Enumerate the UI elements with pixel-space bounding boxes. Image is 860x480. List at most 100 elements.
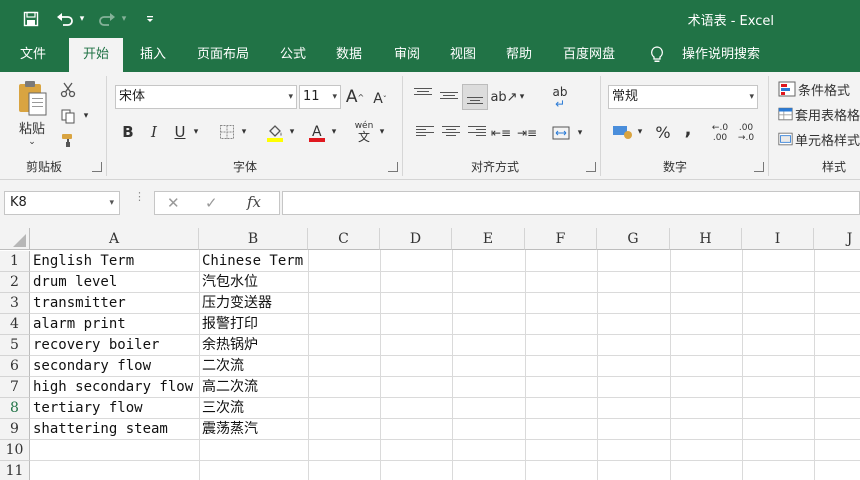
cell-B4[interactable]: 报警打印: [199, 314, 258, 335]
paste-icon[interactable]: [14, 78, 50, 118]
paste-button[interactable]: 粘贴: [12, 118, 52, 137]
font-color-icon[interactable]: A: [306, 120, 328, 144]
tab-data[interactable]: 数据: [324, 38, 374, 72]
formula-input[interactable]: [282, 191, 860, 215]
cut-icon[interactable]: [58, 80, 78, 100]
tab-insert[interactable]: 插入: [128, 38, 178, 72]
enter-icon[interactable]: ✓: [205, 194, 218, 212]
tab-review[interactable]: 审阅: [382, 38, 432, 72]
alignment-launcher-icon[interactable]: [586, 162, 596, 172]
cancel-icon[interactable]: ✕: [167, 194, 180, 212]
align-left-icon[interactable]: [416, 124, 434, 142]
clipboard-launcher-icon[interactable]: [92, 162, 102, 172]
drag-handle-icon[interactable]: ⋮: [134, 191, 145, 212]
accounting-dropdown-icon[interactable]: ▾: [634, 121, 646, 143]
row-header-7[interactable]: 7: [0, 377, 30, 398]
italic-icon[interactable]: I: [144, 121, 164, 143]
orientation-icon[interactable]: ab↗: [490, 86, 517, 108]
cell-B1[interactable]: Chinese Term: [199, 251, 303, 272]
increase-indent-icon[interactable]: ⇥≡: [516, 122, 538, 144]
row-header-9[interactable]: 9: [0, 419, 30, 440]
cell-A8[interactable]: tertiary flow: [30, 398, 143, 419]
tab-home[interactable]: 开始: [69, 38, 123, 72]
borders-icon[interactable]: [216, 122, 238, 142]
cell-A9[interactable]: shattering steam: [30, 419, 168, 440]
font-launcher-icon[interactable]: [388, 162, 398, 172]
comma-style-button[interactable]: ,: [678, 118, 698, 140]
number-format-select[interactable]: 常规 ▾: [608, 85, 758, 109]
insert-function-button[interactable]: fx: [247, 193, 261, 211]
fill-color-dropdown-icon[interactable]: ▾: [286, 121, 298, 143]
tell-me-search[interactable]: 操作说明搜索: [676, 38, 766, 72]
paste-dropdown-icon[interactable]: ⌄: [24, 136, 40, 148]
column-header-E[interactable]: E: [452, 228, 525, 250]
cell-B2[interactable]: 汽包水位: [199, 272, 258, 293]
merge-dropdown-icon[interactable]: ▾: [574, 122, 586, 144]
column-header-J[interactable]: J: [814, 228, 860, 250]
font-size-select[interactable]: 11 ▾: [299, 85, 341, 109]
column-header-D[interactable]: D: [380, 228, 452, 250]
column-header-A[interactable]: A: [30, 228, 199, 250]
row-header-4[interactable]: 4: [0, 314, 30, 335]
row-header-8[interactable]: 8: [0, 398, 30, 419]
cell-B9[interactable]: 震荡蒸汽: [199, 419, 258, 440]
cell-B6[interactable]: 二次流: [199, 356, 244, 377]
column-header-I[interactable]: I: [742, 228, 814, 250]
copy-dropdown-icon[interactable]: ▾: [80, 108, 92, 124]
fill-color-icon[interactable]: [264, 120, 286, 144]
number-launcher-icon[interactable]: [754, 162, 764, 172]
row-header-11[interactable]: 11: [0, 461, 30, 480]
row-header-6[interactable]: 6: [0, 356, 30, 377]
cell-A3[interactable]: transmitter: [30, 293, 126, 314]
column-header-C[interactable]: C: [308, 228, 380, 250]
tab-formulas[interactable]: 公式: [268, 38, 318, 72]
row-header-1[interactable]: 1: [0, 251, 30, 272]
align-right-icon[interactable]: [468, 124, 486, 142]
decrease-indent-icon[interactable]: ⇤≡: [490, 122, 512, 144]
tab-page-layout[interactable]: 页面布局: [186, 38, 260, 72]
decrease-font-size-icon[interactable]: Aˇ: [370, 87, 390, 111]
bold-icon[interactable]: B: [118, 121, 138, 143]
cell-B7[interactable]: 高二次流: [199, 377, 258, 398]
increase-font-size-icon[interactable]: A ^: [345, 85, 365, 109]
cell-B3[interactable]: 压力变送器: [199, 293, 272, 314]
tab-baidu-netdisk[interactable]: 百度网盘: [552, 38, 626, 72]
cell-B5[interactable]: 余热锅炉: [199, 335, 258, 356]
tab-help[interactable]: 帮助: [494, 38, 544, 72]
align-bottom-icon[interactable]: [462, 84, 488, 110]
cell-A1[interactable]: English Term: [30, 251, 134, 272]
copy-icon[interactable]: [58, 106, 78, 126]
align-center-icon[interactable]: [442, 124, 460, 142]
underline-dropdown-icon[interactable]: ▾: [190, 121, 202, 143]
tab-file[interactable]: 文件: [8, 38, 58, 72]
cell-A6[interactable]: secondary flow: [30, 356, 151, 377]
percent-style-button[interactable]: %: [652, 121, 674, 143]
wrap-text-icon[interactable]: ab ↵: [546, 84, 574, 112]
column-header-F[interactable]: F: [525, 228, 597, 250]
row-header-3[interactable]: 3: [0, 293, 30, 314]
orientation-dropdown-icon[interactable]: ▾: [516, 86, 528, 108]
cell-A2[interactable]: drum level: [30, 272, 117, 293]
cell-A7[interactable]: high secondary flow: [30, 377, 193, 398]
cell-A4[interactable]: alarm print: [30, 314, 126, 335]
worksheet-grid[interactable]: A B C D E F G H I J 1 2 3 4 5 6 7 8 9 10…: [0, 228, 860, 480]
font-name-select[interactable]: 宋体 ▾: [115, 85, 297, 109]
tab-view[interactable]: 视图: [438, 38, 488, 72]
phonetic-guide-icon[interactable]: wén 文: [352, 118, 376, 146]
borders-dropdown-icon[interactable]: ▾: [238, 121, 250, 143]
merge-center-icon[interactable]: [550, 122, 572, 144]
column-header-B[interactable]: B: [199, 228, 308, 250]
name-box[interactable]: K8 ▾: [4, 191, 120, 215]
cell-A5[interactable]: recovery boiler: [30, 335, 159, 356]
column-header-G[interactable]: G: [597, 228, 670, 250]
row-header-5[interactable]: 5: [0, 335, 30, 356]
cell-styles-button[interactable]: 单元格样式: [778, 128, 860, 150]
increase-decimal-icon[interactable]: ←.0.00: [708, 120, 732, 146]
decrease-decimal-icon[interactable]: .00 →.0: [734, 120, 758, 146]
format-as-table-button[interactable]: 套用表格格: [778, 103, 860, 125]
cell-B8[interactable]: 三次流: [199, 398, 244, 419]
row-header-2[interactable]: 2: [0, 272, 30, 293]
column-header-H[interactable]: H: [670, 228, 742, 250]
accounting-format-icon[interactable]: [610, 120, 634, 144]
conditional-formatting-button[interactable]: 条件格式: [778, 78, 860, 100]
